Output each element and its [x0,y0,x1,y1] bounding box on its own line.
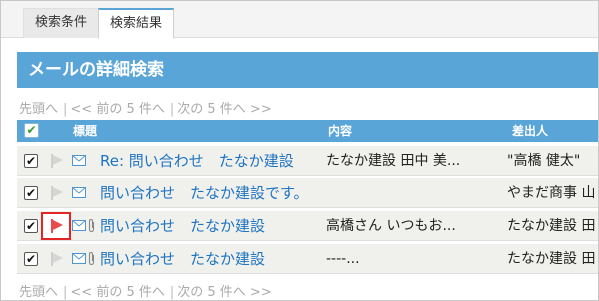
tab-search-conditions[interactable]: 検索条件 [23,8,100,38]
pager-separator: | [63,285,68,300]
mail-sender: たなか建設 田 [507,218,596,234]
pager-top: 先頭へ | << 前の 5 件へ | 次の 5 件へ >> [19,98,274,117]
attachment-icon [88,218,95,233]
tab-search-results[interactable]: 検索結果 [98,8,175,39]
flag-icon[interactable] [50,153,64,169]
pager-first-link[interactable]: 先頭へ [19,102,58,117]
mail-subject-link[interactable]: 問い合わせ たなか建設です。 [100,178,309,208]
pager-next-link[interactable]: 次の 5 件へ >> [177,102,271,117]
row-checkbox[interactable]: ✔ [24,186,38,200]
table-row[interactable]: ✔ 問い合わせ たなか建設です。 やまだ商事 山 [17,178,598,208]
mail-subject-link[interactable]: 問い合わせ たなか建設 [100,211,265,241]
mail-sender: たなか建設 田 [507,251,596,267]
page-title: メールの詳細検索 [17,52,598,88]
mail-content-preview: ----... [326,251,360,267]
row-checkbox[interactable]: ✔ [24,154,38,168]
mail-subject-link[interactable]: Re: 問い合わせ たなか建設 [100,146,294,176]
mail-icon [72,220,86,231]
pager-separator: | [169,102,175,117]
mail-icon [72,187,86,198]
mail-sender: "高橋 健太" [507,153,581,169]
mail-icon [72,253,86,264]
table-header: ✔ 標題 内容 差出人 [17,120,598,142]
flag-icon[interactable] [50,185,64,201]
mail-icon [72,155,86,166]
pager-prev-link[interactable]: << 前の 5 件へ [70,102,164,117]
row-checkbox[interactable]: ✔ [24,252,38,266]
pager-next-link[interactable]: 次の 5 件へ >> [177,285,271,300]
table-row[interactable]: ✔ 問い合わせ たなか建設 ----... たなか建設 田 [17,244,598,274]
tab-bar: 検索条件 検索結果 [1,1,598,39]
attachment-icon [88,251,95,266]
column-header-content[interactable]: 内容 [328,120,352,142]
table-row[interactable]: ✔ Re: 問い合わせ たなか建設 たなか建設 田中 美... "高橋 健太" [17,146,598,176]
column-header-sender[interactable]: 差出人 [512,120,548,142]
column-header-subject[interactable]: 標題 [73,120,97,142]
mail-sender: やまだ商事 山 [507,185,596,201]
mail-subject-link[interactable]: 問い合わせ たなか建設 [100,244,265,274]
mail-content-preview: たなか建設 田中 美... [326,153,461,169]
table-row[interactable]: ✔ 問い合わせ たなか建設 高橋さん いつもお... たなか建設 田 [17,211,598,241]
mail-content-preview: 高橋さん いつもお... [326,218,456,234]
mail-search-window: 検索条件 検索結果 メールの詳細検索 先頭へ | << 前の 5 件へ | 次の 5 件… [0,0,599,301]
flag-icon[interactable] [50,251,64,267]
pager-first-link[interactable]: 先頭へ [19,285,58,300]
flag-icon[interactable] [50,218,64,234]
pager-separator: | [169,285,175,300]
pager-separator: | [63,102,68,117]
pager-bottom: 先頭へ | << 前の 5 件へ | 次の 5 件へ >> [19,281,274,300]
flag-highlight-box[interactable] [41,212,71,240]
select-all-checkbox[interactable]: ✔ [24,123,39,138]
row-checkbox[interactable]: ✔ [24,219,38,233]
pager-prev-link[interactable]: << 前の 5 件へ [70,285,164,300]
